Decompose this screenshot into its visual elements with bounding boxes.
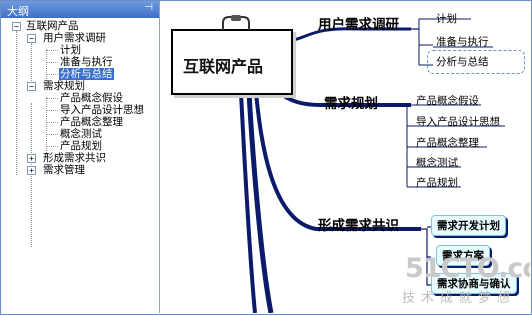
- outline-panel: 大纲 ⊣ − 互联网产品 − 用户需求调研 计划 准备与执行 分析与总结 − 需…: [1, 1, 160, 313]
- expander-icon[interactable]: +: [27, 166, 36, 175]
- outline-item-analysis-selected[interactable]: 分析与总结: [59, 68, 114, 80]
- box-dev-plan[interactable]: 需求开发计划: [431, 215, 506, 236]
- outline-item-plan[interactable]: 计划: [60, 44, 81, 56]
- outline-item-prepare[interactable]: 准备与执行: [60, 56, 113, 68]
- outline-item-user-research[interactable]: 用户需求调研: [43, 32, 106, 44]
- topic-requirement-planning[interactable]: 需求规划: [324, 92, 378, 112]
- central-topic-label: 互联网产品: [183, 57, 264, 76]
- subtopic-design-thinking[interactable]: 导入产品设计思想: [416, 114, 500, 129]
- expander-icon[interactable]: −: [27, 34, 36, 43]
- subtopic-plan[interactable]: 计划: [436, 11, 457, 26]
- outline-header: 大纲 ⊣: [1, 1, 159, 18]
- outline-item-root[interactable]: 互联网产品: [26, 20, 79, 32]
- subtopic-product-planning[interactable]: 产品规划: [416, 175, 458, 190]
- outline-item-consensus[interactable]: 形成需求共识: [43, 152, 106, 164]
- subtopic-concept-test[interactable]: 概念测试: [416, 155, 458, 170]
- outline-item-concept-test[interactable]: 概念测试: [60, 128, 102, 140]
- outline-item-requirement-planning[interactable]: 需求规划: [43, 80, 85, 92]
- mindmap-canvas[interactable]: 互联网产品 用户需求调研 计划 准备与执行 分析与总结 需求规划 产品概念假设 …: [161, 1, 530, 313]
- pin-icon[interactable]: ⊣: [144, 2, 153, 13]
- subtopic-prepare[interactable]: 准备与执行: [436, 34, 489, 49]
- subtopic-analysis[interactable]: 分析与总结: [436, 54, 489, 69]
- outline-item-concept-organize[interactable]: 产品概念整理: [60, 116, 123, 128]
- expander-icon[interactable]: −: [27, 82, 36, 91]
- outline-item-design-thinking[interactable]: 导入产品设计思想: [60, 104, 144, 116]
- outline-item-concept-hypothesis[interactable]: 产品概念假设: [60, 92, 123, 104]
- subtopic-concept-organize[interactable]: 产品概念整理: [416, 135, 479, 150]
- outline-item-product-planning[interactable]: 产品规划: [60, 140, 102, 152]
- expander-icon[interactable]: +: [27, 154, 36, 163]
- clip-icon: [222, 15, 250, 30]
- central-topic[interactable]: 互联网产品: [171, 29, 293, 95]
- expander-icon[interactable]: −: [12, 22, 21, 31]
- outline-item-management[interactable]: 需求管理: [43, 164, 85, 176]
- topic-user-research[interactable]: 用户需求调研: [318, 13, 399, 33]
- outline-title: 大纲: [7, 5, 29, 18]
- subtopic-concept-hypothesis[interactable]: 产品概念假设: [416, 93, 479, 108]
- topic-consensus[interactable]: 形成需求共识: [318, 214, 399, 234]
- watermark-site: 51CTO.com: [405, 253, 530, 284]
- watermark-slogan: 技术成就梦想: [402, 291, 517, 306]
